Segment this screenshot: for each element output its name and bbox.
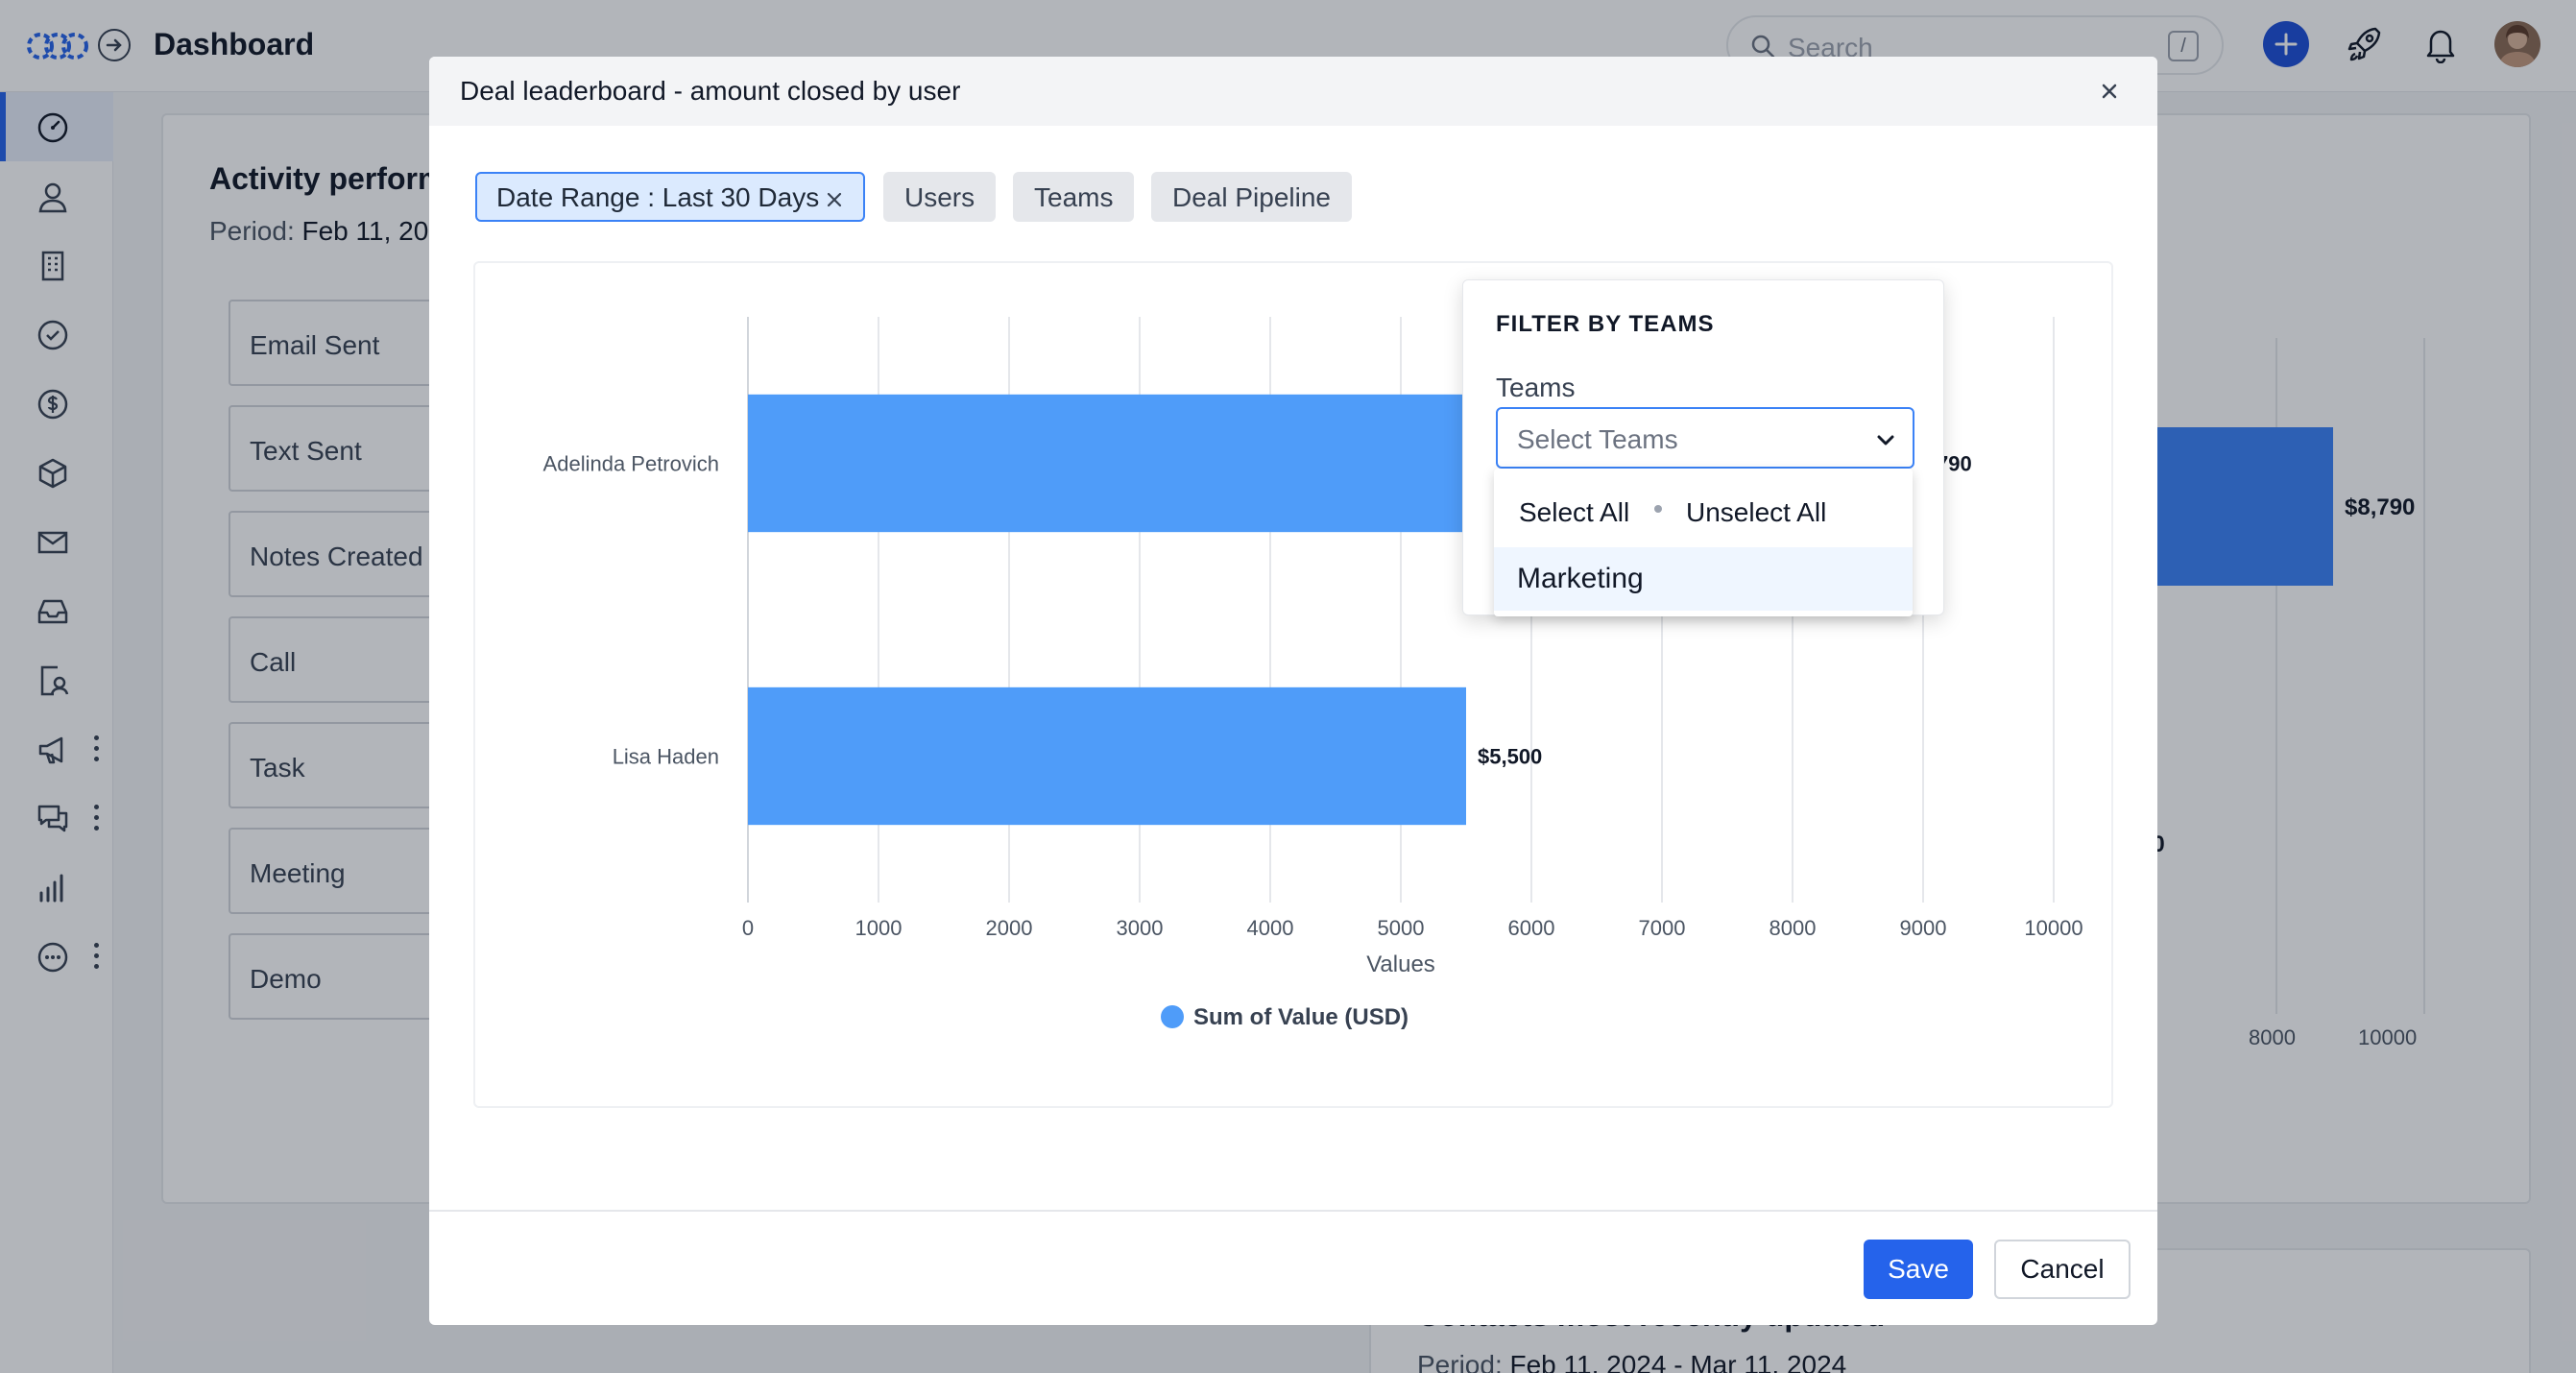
unselect-all-button[interactable]: Unselect All (1686, 497, 1826, 528)
save-button[interactable]: Save (1864, 1240, 1973, 1299)
filter-chip-deal-pipeline[interactable]: Deal Pipeline (1151, 172, 1352, 222)
bar-value-label: $5,500 (1478, 745, 1542, 769)
y-category-label: Adelinda Petrovich (543, 452, 719, 476)
x-tick-label: 3000 (1117, 916, 1164, 940)
legend-marker (1161, 1005, 1184, 1028)
x-tick-label: 10000 (2024, 916, 2082, 940)
popover-heading: FILTER BY TEAMS (1496, 311, 1715, 337)
x-tick-label: 4000 (1247, 916, 1294, 940)
teams-field-label: Teams (1496, 373, 1576, 402)
x-tick-label: 0 (742, 916, 754, 940)
x-tick-label: 1000 (855, 916, 903, 940)
teams-select-placeholder: Select Teams (1517, 424, 1678, 454)
x-axis-label: Values (1366, 951, 1435, 977)
y-category-label: Lisa Haden (613, 745, 719, 769)
remove-filter-icon[interactable] (825, 190, 844, 209)
x-tick-label: 7000 (1639, 916, 1686, 940)
deal-leaderboard-modal: Deal leaderboard - amount closed by user… (429, 57, 2157, 1325)
x-tick-label: 5000 (1378, 916, 1425, 940)
x-tick-label: 6000 (1508, 916, 1555, 940)
select-all-button[interactable]: Select All (1519, 497, 1629, 528)
teams-select[interactable]: Select Teams (1496, 407, 1914, 469)
filter-chip-date-range[interactable]: Date Range : Last 30 Days (475, 172, 866, 222)
x-tick-label: 8000 (1769, 916, 1817, 940)
bar (748, 686, 1466, 826)
chevron-down-icon (1877, 435, 1894, 446)
filter-chip-label: Date Range : Last 30 Days (496, 182, 820, 212)
modal-header: Deal leaderboard - amount closed by user (429, 57, 2157, 126)
x-tick-label: 2000 (986, 916, 1033, 940)
teams-dropdown-menu: Select All Unselect All Marketing (1494, 469, 1913, 616)
modal-title: Deal leaderboard - amount closed by user (460, 76, 961, 106)
cancel-button[interactable]: Cancel (1994, 1240, 2131, 1299)
team-option-marketing[interactable]: Marketing (1494, 547, 1913, 611)
legend-label: Sum of Value (USD) (1193, 1004, 1408, 1030)
modal-footer-divider (429, 1210, 2157, 1212)
x-tick-label: 9000 (1900, 916, 1947, 940)
close-icon[interactable] (2098, 80, 2121, 103)
filter-chip-users[interactable]: Users (883, 172, 997, 222)
separator-dot (1654, 505, 1662, 513)
filter-chip-teams[interactable]: Teams (1013, 172, 1135, 222)
